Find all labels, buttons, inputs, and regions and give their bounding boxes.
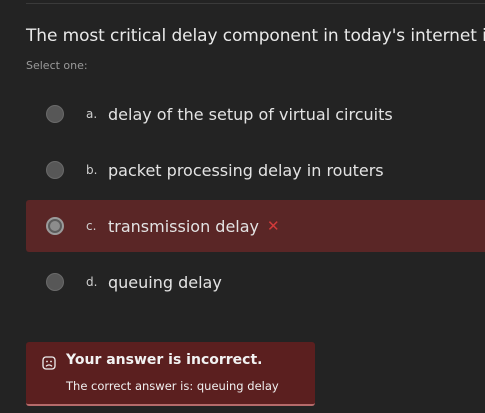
- option-b[interactable]: b. packet processing delay in routers: [26, 144, 485, 196]
- feedback-box: Your answer is incorrect. The correct an…: [26, 342, 315, 406]
- question-text: The most critical delay component in tod…: [26, 26, 485, 46]
- option-d-letter: d.: [86, 275, 98, 289]
- option-a[interactable]: a. delay of the setup of virtual circuit…: [26, 88, 485, 140]
- feedback-title: Your answer is incorrect.: [66, 352, 263, 368]
- x-mark-icon: ✕: [267, 216, 280, 235]
- top-divider: [26, 3, 485, 4]
- option-d-text[interactable]: queuing delay: [108, 273, 222, 292]
- option-c[interactable]: c. transmission delay ✕: [26, 200, 485, 252]
- sad-face-icon: [42, 356, 56, 370]
- option-c-letter: c.: [86, 219, 97, 233]
- option-b-letter: b.: [86, 163, 98, 177]
- option-c-text[interactable]: transmission delay: [108, 217, 259, 236]
- option-d-radio[interactable]: [46, 273, 64, 291]
- option-d[interactable]: d. queuing delay: [26, 256, 485, 308]
- option-c-radio[interactable]: [46, 217, 64, 235]
- option-a-text[interactable]: delay of the setup of virtual circuits: [108, 105, 393, 124]
- option-b-text[interactable]: packet processing delay in routers: [108, 161, 384, 180]
- select-one-prompt: Select one:: [26, 59, 88, 72]
- option-a-radio[interactable]: [46, 105, 64, 123]
- feedback-correct-answer: The correct answer is: queuing delay: [66, 379, 279, 393]
- option-a-letter: a.: [86, 107, 98, 121]
- option-b-radio[interactable]: [46, 161, 64, 179]
